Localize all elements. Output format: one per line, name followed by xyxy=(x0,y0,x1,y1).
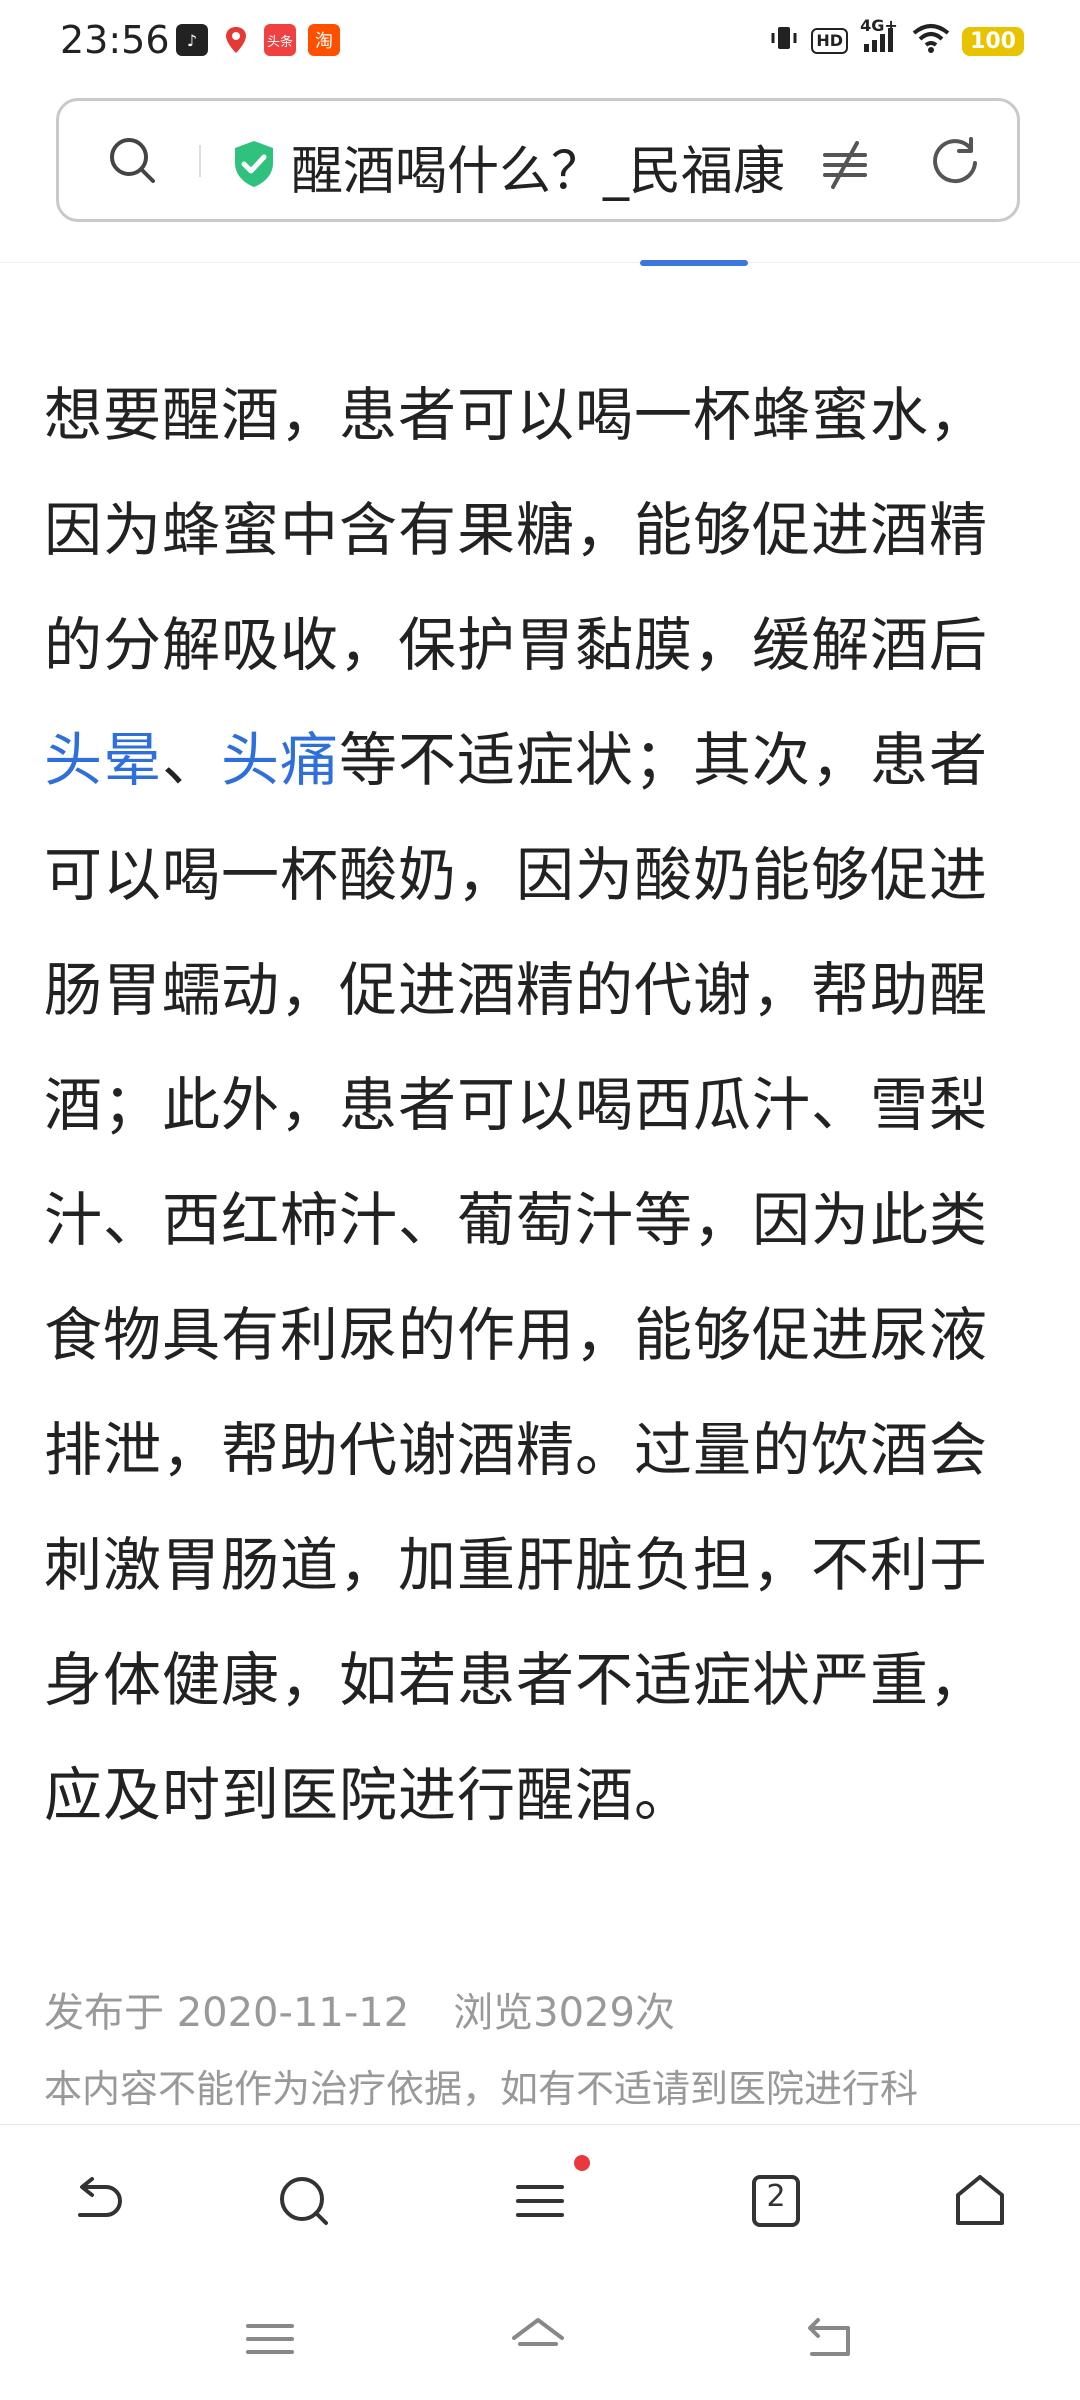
menu-icon[interactable] xyxy=(508,2169,572,2233)
status-bar: 23:56 ♪ 头条 淘 HD 4G+ 100 xyxy=(0,0,1080,82)
tiktok-icon: ♪ xyxy=(176,24,208,56)
back-icon[interactable] xyxy=(66,2169,130,2233)
header-divider xyxy=(0,262,1080,263)
page-title[interactable]: 醒酒喝什么？_民福康 xyxy=(291,129,831,204)
tab-indicator xyxy=(640,260,748,266)
disclaimer-text: 本内容不能作为治疗依据，如有不适请到医院进行科 xyxy=(44,2067,919,2111)
article-body: 想要醒酒，患者可以喝一杯蜂蜜水，因为蜂蜜中含有果糖，能够促进酒精的分解吸收，保护… xyxy=(44,358,1044,1853)
link-dizziness[interactable]: 头晕 xyxy=(44,726,162,794)
view-count: 浏览3029次 xyxy=(453,1990,675,2036)
system-home-icon[interactable] xyxy=(508,2314,568,2364)
hd-badge: HD xyxy=(811,28,849,54)
not-equal-icon[interactable] xyxy=(817,137,873,193)
article-meta: 发布于 2020-11-12 浏览3029次 xyxy=(44,1980,675,2038)
article-text-part1: 想要醒酒，患者可以喝一杯蜂蜜水，因为蜂蜜中含有果糖，能够促进酒精的分解吸收，保护… xyxy=(44,381,989,679)
map-pin-icon xyxy=(220,24,252,56)
recent-apps-icon[interactable] xyxy=(240,2314,300,2364)
article-separator: 、 xyxy=(162,726,222,794)
address-bar[interactable]: 醒酒喝什么？_民福康 xyxy=(56,98,1020,222)
tab-count: 2 xyxy=(766,2179,786,2214)
reload-icon[interactable] xyxy=(927,133,983,189)
home-icon[interactable] xyxy=(948,2169,1012,2233)
browser-toolbar: 2 xyxy=(0,2124,1080,2275)
search-icon[interactable] xyxy=(107,135,157,185)
link-headache[interactable]: 头痛 xyxy=(221,726,339,794)
status-time: 23:56 xyxy=(60,18,170,62)
secure-shield-icon[interactable] xyxy=(231,139,277,189)
wifi-icon xyxy=(912,23,950,59)
system-nav-bar xyxy=(0,2274,1080,2400)
article-text-part2: 等不适症状；其次，患者可以喝一杯酸奶，因为酸奶能够促进肠胃蠕动，促进酒精的代谢，… xyxy=(44,726,989,1829)
battery-indicator: 100 xyxy=(962,26,1024,56)
publish-date: 发布于 2020-11-12 xyxy=(44,1990,410,2036)
search-icon[interactable] xyxy=(272,2169,336,2233)
status-indicators: HD 4G+ 100 xyxy=(769,16,1024,60)
toutiao-icon: 头条 xyxy=(264,24,296,56)
network-type-label: 4G+ xyxy=(860,16,898,35)
notification-dot xyxy=(574,2155,590,2171)
tabs-button[interactable]: 2 xyxy=(744,2169,808,2233)
signal-icon: 4G+ xyxy=(860,16,900,60)
notification-icons: ♪ 头条 淘 xyxy=(176,24,340,56)
taobao-icon: 淘 xyxy=(308,24,340,56)
vibrate-icon xyxy=(769,23,799,59)
system-back-icon[interactable] xyxy=(798,2314,858,2364)
article-paragraph: 想要醒酒，患者可以喝一杯蜂蜜水，因为蜂蜜中含有果糖，能够促进酒精的分解吸收，保护… xyxy=(44,358,1044,1853)
address-divider xyxy=(199,145,201,177)
